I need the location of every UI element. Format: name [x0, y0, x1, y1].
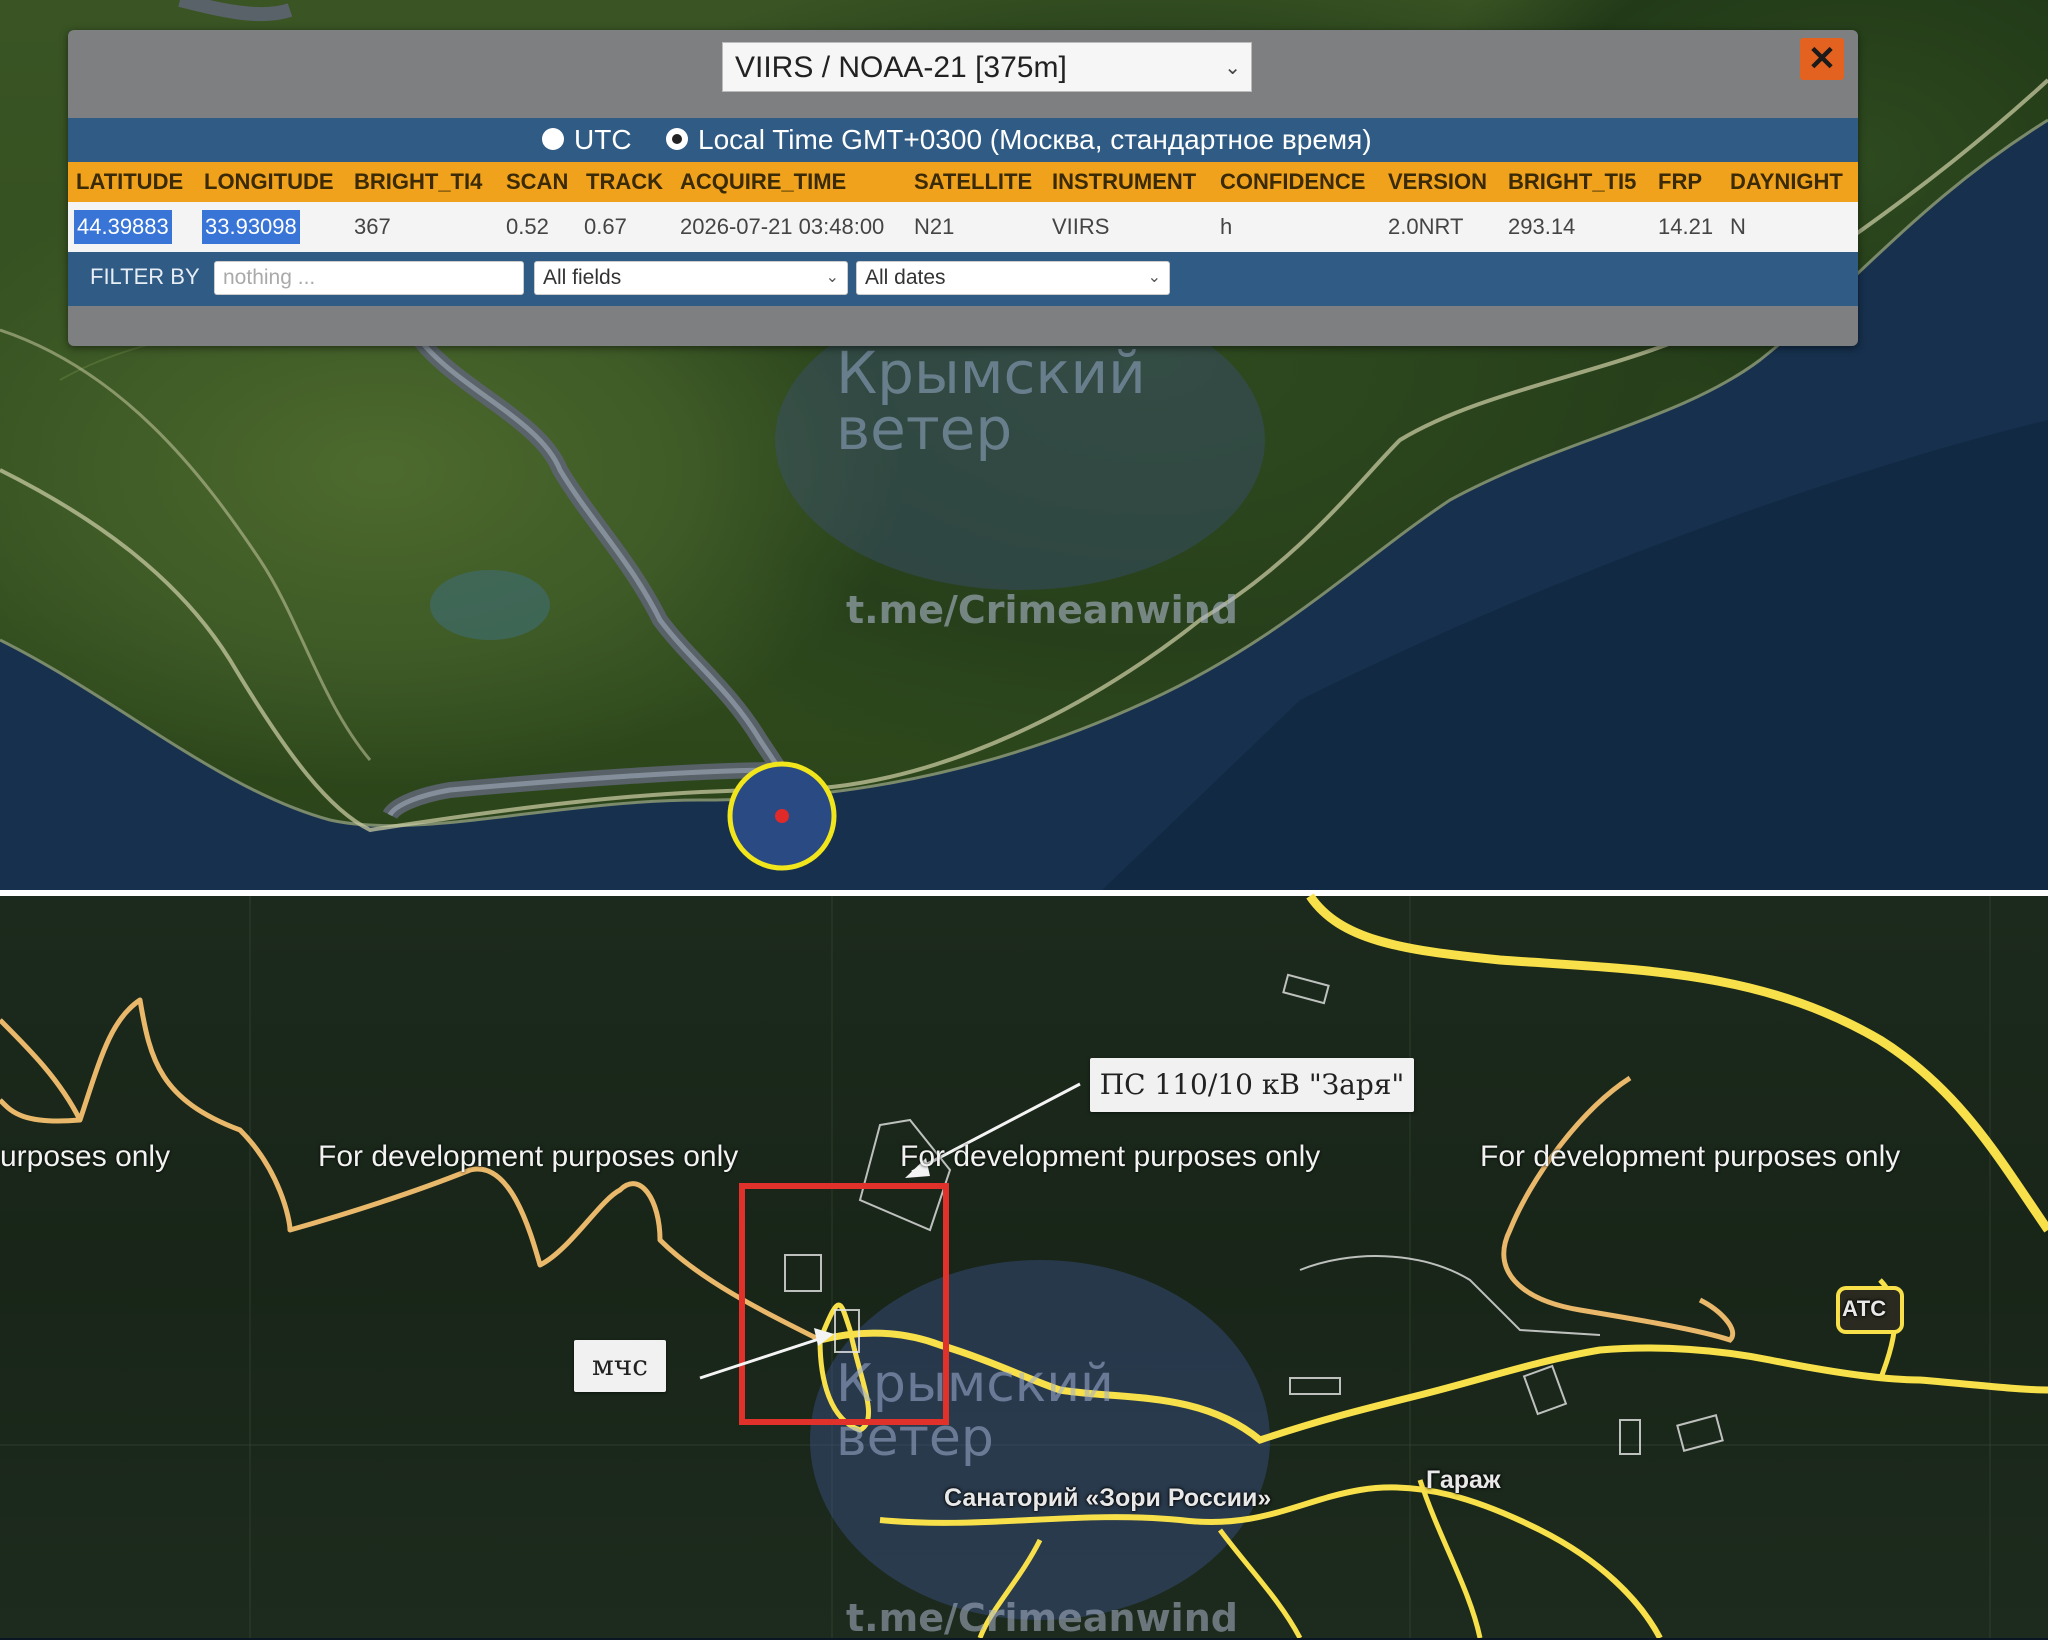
watermark-url: t.me/Crimeanwind	[846, 588, 1238, 632]
highlighted-route	[382, 334, 788, 820]
dev-notice: For development purposes only	[1480, 1140, 1901, 1173]
cell-bright-ti4: 367	[354, 214, 391, 239]
date-select-value: All dates	[865, 266, 946, 289]
local-time-radio[interactable]	[666, 128, 688, 150]
cell-acquire-time: 2026-07-21 03:48:00	[680, 214, 885, 239]
watermark-title-bottom: Крымский	[836, 1354, 1114, 1414]
satellite-map-top[interactable]: Крымский ветер t.me/Crimeanwind VIIRS / …	[0, 0, 2048, 892]
col-header-version[interactable]: VERSION	[1388, 162, 1487, 202]
watermark-subtitle-bottom: ветер	[836, 1408, 994, 1468]
table-row[interactable]: 44.39883 33.93098 367 0.52 0.67 2026-07-…	[68, 202, 1858, 252]
cell-instrument: VIIRS	[1052, 214, 1110, 239]
cell-longitude: 33.93098	[202, 210, 300, 244]
cell-scan: 0.52	[506, 214, 549, 239]
cell-track: 0.67	[584, 214, 627, 239]
cell-bright-ti5: 293.14	[1508, 214, 1576, 239]
watermark-url-bottom: t.me/Crimeanwind	[846, 1596, 1238, 1640]
map-label-sanatorium: Санаторий «Зори России»	[944, 1484, 1272, 1512]
map-label-ats: АТС	[1842, 1296, 1887, 1321]
filter-placeholder: nothing ...	[223, 266, 316, 289]
table-header-row: LATITUDE LONGITUDE BRIGHT_TI4 SCAN TRACK…	[68, 162, 1858, 202]
utc-radio[interactable]	[542, 128, 564, 150]
col-header-longitude[interactable]: LONGITUDE	[204, 162, 334, 202]
chevron-down-icon: ⌄	[1147, 269, 1161, 286]
filter-bar: FILTER BY nothing ... All fields ⌄ All d…	[68, 252, 1858, 306]
fire-hotspot-dot	[775, 809, 789, 823]
cell-frp: 14.21	[1658, 214, 1714, 239]
col-header-bright-ti4[interactable]: BRIGHT_TI4	[354, 162, 482, 202]
satellite-source-select[interactable]: VIIRS / NOAA-21 [375m] ⌄	[722, 42, 1252, 92]
dev-notice: For development purposes only	[318, 1140, 739, 1173]
timezone-bar: UTC Local Time GMT+0300 (Москва, стандар…	[68, 118, 1858, 162]
callout-substation: ПС 110/10 кВ "Заря"	[1090, 1058, 1414, 1112]
col-header-bright-ti5[interactable]: BRIGHT_TI5	[1508, 162, 1636, 202]
cell-daynight: N	[1730, 214, 1746, 239]
cell-satellite: N21	[914, 214, 955, 239]
filter-input[interactable]: nothing ...	[214, 261, 524, 295]
col-header-latitude[interactable]: LATITUDE	[76, 162, 183, 202]
field-select-value: All fields	[543, 266, 622, 289]
close-button[interactable]: ✕	[1800, 38, 1844, 80]
watermark-title: Крымский	[836, 339, 1146, 407]
utc-label: UTC	[574, 124, 632, 155]
callout-mchs: мчс	[574, 1340, 666, 1392]
col-header-daynight[interactable]: DAYNIGHT	[1730, 162, 1843, 202]
dev-notice-partial: urposes only	[0, 1140, 171, 1173]
dev-notice: For development purposes only	[900, 1140, 1321, 1173]
cell-latitude: 44.39883	[74, 210, 172, 244]
satellite-map-bottom[interactable]	[0, 896, 2048, 1638]
date-select[interactable]: All dates ⌄	[856, 261, 1170, 295]
col-header-acquire-time[interactable]: ACQUIRE_TIME	[680, 162, 846, 202]
col-header-confidence[interactable]: CONFIDENCE	[1220, 162, 1365, 202]
field-select[interactable]: All fields ⌄	[534, 261, 848, 295]
reservoir	[430, 570, 550, 640]
col-header-frp[interactable]: FRP	[1658, 162, 1702, 202]
firms-fire-popup: VIIRS / NOAA-21 [375m] ⌄ ✕ UTC Local Tim…	[68, 30, 1858, 346]
col-header-scan[interactable]: SCAN	[506, 162, 568, 202]
chevron-down-icon: ⌄	[825, 269, 839, 286]
filter-label: FILTER BY	[90, 264, 200, 289]
cell-version: 2.0NRT	[1388, 214, 1464, 239]
col-header-instrument[interactable]: INSTRUMENT	[1052, 162, 1196, 202]
col-header-satellite[interactable]: SATELLITE	[914, 162, 1032, 202]
local-time-label: Local Time GMT+0300 (Москва, стандартное…	[698, 124, 1372, 155]
map-label-garage: Гараж	[1426, 1466, 1501, 1494]
chevron-down-icon: ⌄	[1224, 57, 1241, 79]
col-header-track[interactable]: TRACK	[586, 162, 663, 202]
cell-confidence: h	[1220, 214, 1233, 239]
watermark-subtitle: ветер	[836, 395, 1013, 463]
satellite-source-value: VIIRS / NOAA-21 [375m]	[735, 51, 1067, 84]
